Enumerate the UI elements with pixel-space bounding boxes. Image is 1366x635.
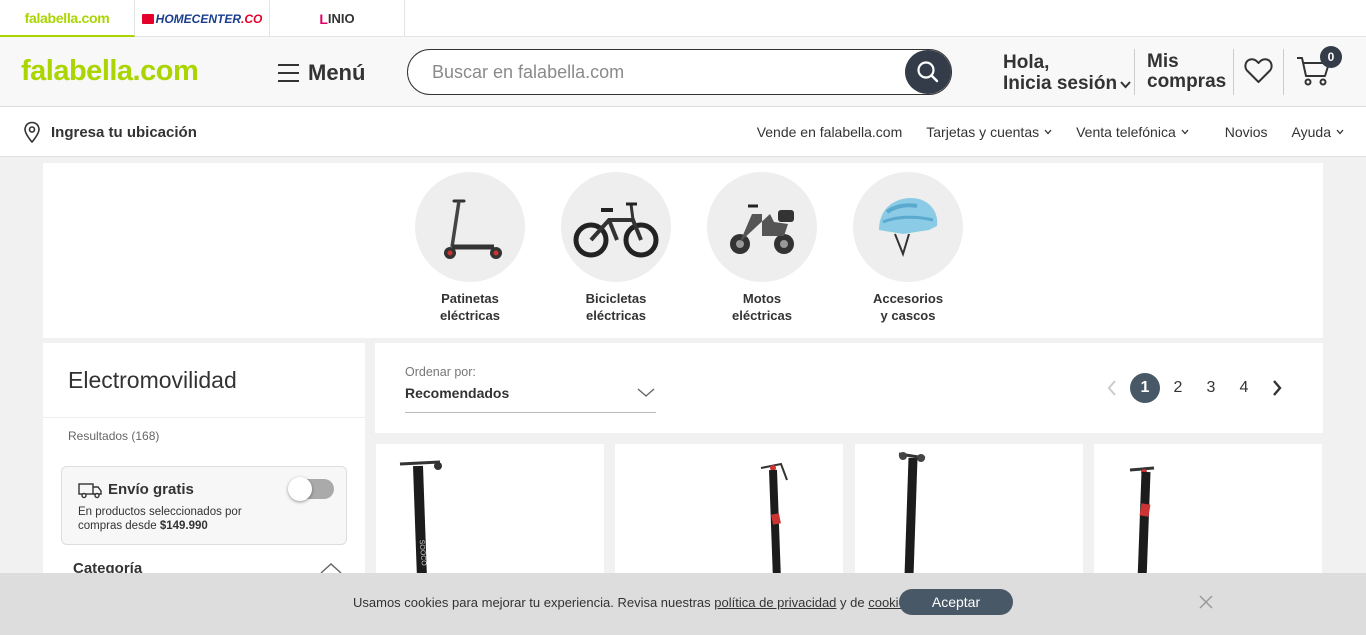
purchases-line2: compras bbox=[1147, 71, 1227, 92]
nav-link-novios[interactable]: Novios bbox=[1225, 124, 1268, 140]
menu-label: Menú bbox=[308, 60, 366, 85]
free-shipping-toggle[interactable] bbox=[288, 477, 334, 501]
free-shipping-amount: $149.990 bbox=[159, 520, 208, 532]
nav-link-phone-sales[interactable]: Venta telefónica bbox=[1076, 124, 1189, 140]
search-input[interactable] bbox=[432, 50, 902, 94]
close-icon[interactable] bbox=[1197, 593, 1215, 616]
category-label: y cascos bbox=[880, 308, 936, 323]
search-icon bbox=[917, 61, 939, 83]
privacy-policy-link[interactable]: política de privacidad bbox=[714, 595, 836, 610]
free-shipping-filter: Envío gratis En productos seleccionados … bbox=[61, 466, 347, 545]
brand-tab-falabella[interactable]: falabella.com bbox=[0, 0, 135, 37]
homecenter-logo-icon bbox=[141, 13, 154, 24]
toggle-knob bbox=[288, 477, 312, 501]
chevron-down-icon bbox=[1120, 73, 1131, 94]
purchases-line1: Mis bbox=[1147, 51, 1179, 72]
header-divider bbox=[1134, 49, 1135, 95]
nav-link-label: Venta telefónica bbox=[1076, 124, 1176, 140]
accept-cookies-button[interactable]: Aceptar bbox=[899, 589, 1013, 615]
category-tile-scooters[interactable]: Patinetas eléctricas bbox=[400, 172, 540, 324]
ebike-image bbox=[561, 172, 671, 282]
nav-link-help[interactable]: Ayuda bbox=[1292, 124, 1344, 140]
prev-page-button[interactable] bbox=[1097, 373, 1127, 403]
brand-tab-homecenter-suffix: .CO bbox=[241, 11, 263, 26]
hamburger-icon bbox=[278, 64, 299, 82]
nav-link-label: Novios bbox=[1224, 124, 1268, 140]
motorcycle-image bbox=[707, 172, 817, 282]
page-title: Electromovilidad bbox=[68, 367, 237, 393]
chevron-left-icon bbox=[1107, 380, 1116, 396]
login-link[interactable]: Hola, Inicia sesión bbox=[1003, 52, 1131, 94]
header-divider bbox=[1283, 49, 1284, 95]
results-count: Resultados (168) bbox=[68, 429, 160, 443]
wishlist-button[interactable] bbox=[1244, 57, 1273, 89]
page-button[interactable]: 1 bbox=[1130, 373, 1160, 403]
nav-links: Vende en falabella.com Tarjetas y cuenta… bbox=[733, 124, 1344, 140]
sort-selected-value: Recomendados bbox=[405, 385, 510, 401]
greeting-line1: Hola, bbox=[1003, 52, 1050, 73]
cart-count-badge: 0 bbox=[1320, 46, 1342, 68]
pagination: 1 2 3 4 bbox=[1097, 373, 1295, 403]
location-pin-icon bbox=[24, 121, 40, 143]
brand-tab-linio[interactable]: L INIO bbox=[270, 0, 405, 37]
category-tile-ebikes[interactable]: Bicicletas eléctricas bbox=[546, 172, 686, 324]
greeting-line2: Inicia sesión bbox=[1003, 73, 1118, 94]
brand-tab-falabella-label: falabella.com bbox=[24, 9, 110, 26]
page-button[interactable]: 2 bbox=[1163, 373, 1193, 403]
main-header: falabella.com Menú Hola, Inicia sesión M… bbox=[0, 37, 1366, 107]
nav-link-sell[interactable]: Vende en falabella.com bbox=[757, 124, 903, 140]
page-button[interactable]: 3 bbox=[1196, 373, 1226, 403]
chevron-right-icon bbox=[1273, 380, 1282, 396]
sort-bar: Ordenar por: Recomendados 1 2 3 4 bbox=[375, 343, 1323, 433]
cookie-text: Usamos cookies para mejorar tu experienc… bbox=[353, 595, 916, 610]
chevron-down-icon bbox=[637, 385, 655, 403]
header-divider bbox=[1233, 49, 1234, 95]
chevron-down-icon bbox=[1181, 127, 1189, 138]
nav-link-label: Tarjetas y cuentas bbox=[926, 124, 1040, 140]
chevron-down-icon bbox=[1044, 127, 1052, 138]
page-button[interactable]: 4 bbox=[1229, 373, 1259, 403]
menu-button[interactable]: Menú bbox=[278, 60, 365, 86]
category-tile-accessories[interactable]: Accesorios y cascos bbox=[838, 172, 978, 324]
search-button[interactable] bbox=[905, 50, 951, 94]
nav-link-cards[interactable]: Tarjetas y cuentas bbox=[926, 124, 1052, 140]
brand-tab-homecenter[interactable]: HOMECENTER .CO bbox=[135, 0, 270, 37]
linio-logo-icon: L bbox=[319, 10, 328, 27]
sort-label: Ordenar por: bbox=[405, 365, 476, 379]
category-label: Patinetas bbox=[441, 291, 499, 306]
category-label: Accesorios bbox=[872, 291, 944, 306]
chevron-down-icon bbox=[1336, 127, 1344, 138]
secondary-nav: Ingresa tu ubicación Vende en falabella.… bbox=[0, 107, 1366, 157]
location-selector[interactable]: Ingresa tu ubicación bbox=[23, 121, 197, 143]
scooter-image bbox=[415, 172, 525, 282]
category-label: eléctricas bbox=[586, 308, 646, 323]
category-label: Motos bbox=[742, 291, 782, 306]
category-carousel: Patinetas eléctricas Bicicletas eléctricas bbox=[43, 163, 1323, 338]
my-purchases-link[interactable]: Mis compras bbox=[1147, 52, 1226, 92]
category-label: eléctricas bbox=[440, 308, 500, 323]
helmet-image bbox=[853, 172, 963, 282]
free-shipping-description: En productos seleccionados por compras d… bbox=[78, 505, 278, 533]
cookie-text-mid: y de bbox=[836, 595, 869, 610]
cookie-text-before: Usamos cookies para mejorar tu experienc… bbox=[353, 595, 715, 610]
next-page-button[interactable] bbox=[1262, 373, 1292, 403]
brand-tab-linio-label: INIO bbox=[327, 11, 355, 26]
free-shipping-title: Envío gratis bbox=[108, 481, 194, 498]
category-label: eléctricas bbox=[732, 308, 792, 323]
nav-link-label: Ayuda bbox=[1291, 124, 1331, 140]
divider bbox=[43, 417, 365, 418]
heart-icon bbox=[1244, 58, 1273, 83]
category-tile-motorcycles[interactable]: Motos eléctricas bbox=[692, 172, 832, 324]
falabella-logo[interactable]: falabella.com bbox=[21, 55, 199, 88]
cookie-banner: Usamos cookies para mejorar tu experienc… bbox=[0, 573, 1366, 635]
brand-bar: falabella.com HOMECENTER .CO L INIO bbox=[0, 0, 1366, 37]
nav-link-label: Vende en falabella.com bbox=[756, 124, 903, 140]
category-label: Bicicletas bbox=[585, 291, 647, 306]
location-label: Ingresa tu ubicación bbox=[51, 123, 197, 141]
truck-icon bbox=[78, 481, 102, 504]
brand-tab-homecenter-label: HOMECENTER bbox=[155, 11, 241, 26]
search-bar bbox=[407, 49, 952, 95]
